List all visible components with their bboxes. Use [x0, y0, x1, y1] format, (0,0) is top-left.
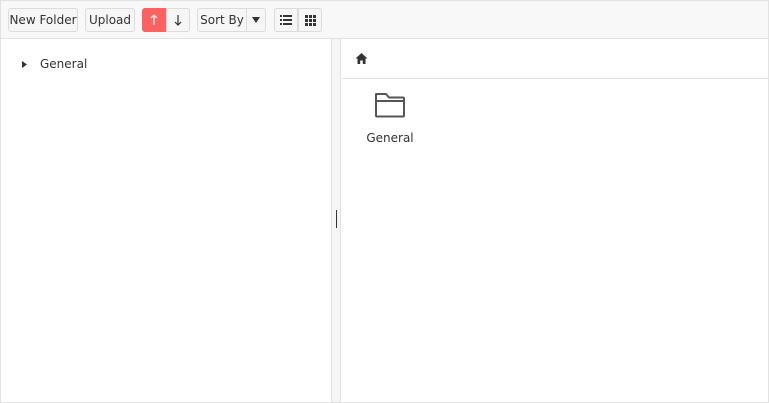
folder-label: General	[366, 131, 414, 145]
caret-right-icon[interactable]	[19, 59, 29, 69]
breadcrumb	[342, 39, 768, 79]
sort-by-dropdown-button[interactable]	[246, 8, 266, 32]
navigation-pane: General	[1, 39, 332, 402]
arrow-up-icon	[150, 14, 158, 25]
new-folder-button[interactable]: New Folder	[8, 8, 78, 32]
sort-ascending-button[interactable]	[142, 8, 166, 32]
tree-node-general[interactable]: General	[19, 56, 87, 72]
splitter-handle[interactable]	[336, 210, 337, 228]
caret-down-icon	[252, 17, 260, 23]
home-icon[interactable]	[355, 52, 368, 65]
sort-by-button[interactable]: Sort By	[197, 8, 247, 32]
pane-splitter[interactable]	[332, 39, 341, 402]
folder-icon	[375, 93, 405, 118]
arrow-down-icon	[174, 15, 182, 26]
toolbar: New Folder Upload Sort By	[1, 1, 768, 39]
folder-item-general[interactable]: General	[360, 91, 420, 155]
grid-view-icon	[304, 14, 316, 26]
file-manager: New Folder Upload Sort By General Genera…	[0, 0, 769, 403]
list-view-icon	[280, 15, 292, 25]
grid-view-button[interactable]	[298, 8, 322, 32]
upload-button[interactable]: Upload	[85, 8, 135, 32]
content-pane: General	[342, 39, 768, 402]
tree-node-label: General	[40, 57, 88, 71]
list-view-button[interactable]	[274, 8, 298, 32]
sort-descending-button[interactable]	[166, 8, 190, 32]
